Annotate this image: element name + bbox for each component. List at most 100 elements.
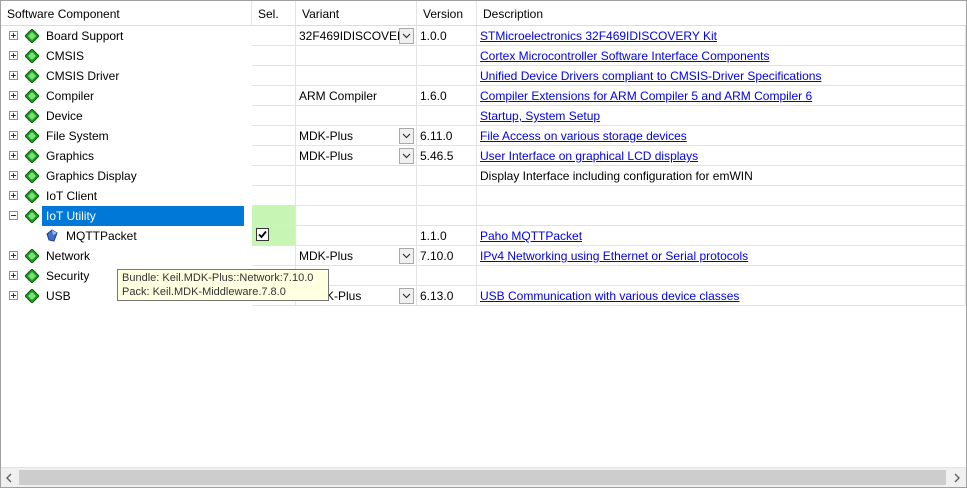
description-cell: IPv4 Networking using Ethernet or Serial…	[477, 246, 966, 266]
component-row-iot-client[interactable]: IoT Client	[1, 186, 966, 206]
description-cell: STMicroelectronics 32F469IDISCOVERY Kit	[477, 26, 966, 46]
column-header: Software Component Sel. Variant Version …	[1, 1, 966, 26]
green-diamond-icon	[25, 189, 39, 203]
component-row-mqttpacket[interactable]: MQTTPacket 1.1.0 Paho MQTTPacket	[1, 226, 966, 246]
expand-icon[interactable]	[9, 291, 18, 300]
scroll-left-button[interactable]	[1, 468, 18, 487]
sel-cell	[252, 106, 296, 126]
variant-dropdown[interactable]	[399, 248, 414, 264]
component-name: USB	[46, 289, 71, 303]
variant-cell[interactable]: 32F469IDISCOVERY	[296, 26, 417, 46]
version-cell: 6.11.0	[417, 126, 477, 146]
description-link[interactable]: USB Communication with various device cl…	[480, 289, 739, 303]
description-link[interactable]: IPv4 Networking using Ethernet or Serial…	[480, 249, 748, 263]
description-link[interactable]: Compiler Extensions for ARM Compiler 5 a…	[480, 89, 812, 103]
scroll-thumb[interactable]	[19, 470, 946, 485]
component-row-graphics[interactable]: Graphics MDK-Plus 5.46.5 User Interface …	[1, 146, 966, 166]
component-row-device[interactable]: Device Startup, System Setup	[1, 106, 966, 126]
component-name: Board Support	[46, 29, 124, 43]
component-row-network[interactable]: Network MDK-Plus 7.10.0 IPv4 Networking …	[1, 246, 966, 266]
description-link[interactable]: Paho MQTTPacket	[480, 229, 582, 243]
expand-icon[interactable]	[9, 111, 18, 120]
select-checkbox[interactable]	[256, 228, 269, 241]
variant-dropdown[interactable]	[399, 288, 414, 304]
horizontal-scrollbar[interactable]	[1, 467, 966, 487]
chevron-right-icon	[954, 473, 960, 483]
tooltip-bundle-line: Bundle: Keil.MDK-Plus::Network:7.10.0	[122, 272, 314, 284]
description-link[interactable]: STMicroelectronics 32F469IDISCOVERY Kit	[480, 29, 717, 43]
green-diamond-icon	[25, 49, 39, 63]
variant-cell[interactable]: MDK-Plus	[296, 246, 417, 266]
description-link[interactable]: File Access on various storage devices	[480, 129, 687, 143]
description-link[interactable]: Cortex Microcontroller Software Interfac…	[480, 49, 769, 63]
green-diamond-icon	[25, 289, 39, 303]
sel-cell[interactable]	[252, 226, 296, 246]
expand-icon[interactable]	[9, 191, 18, 200]
description-cell	[477, 266, 966, 286]
variant-cell	[296, 186, 417, 206]
green-diamond-icon	[25, 69, 39, 83]
expand-icon[interactable]	[9, 71, 18, 80]
green-diamond-icon	[25, 269, 39, 283]
sel-cell	[252, 66, 296, 86]
description-link[interactable]: Unified Device Drivers compliant to CMSI…	[480, 69, 821, 83]
variant-cell	[296, 166, 417, 186]
variant-cell[interactable]: MDK-Plus	[296, 126, 417, 146]
component-name: Device	[46, 109, 83, 123]
header-version[interactable]: Version	[417, 1, 477, 25]
component-name: IoT Utility	[42, 206, 244, 226]
description-link[interactable]: User Interface on graphical LCD displays	[480, 149, 698, 163]
version-cell	[417, 106, 477, 126]
component-name: File System	[46, 129, 109, 143]
expand-icon[interactable]	[9, 91, 18, 100]
component-row-cmsis[interactable]: CMSIS Cortex Microcontroller Software In…	[1, 46, 966, 66]
version-cell: 1.6.0	[417, 86, 477, 106]
component-row-cmsis-driver[interactable]: CMSIS Driver Unified Device Drivers comp…	[1, 66, 966, 86]
chevron-down-icon	[402, 133, 411, 139]
sel-cell	[252, 186, 296, 206]
sel-cell	[252, 46, 296, 66]
scroll-right-button[interactable]	[948, 468, 965, 487]
header-variant[interactable]: Variant	[296, 1, 417, 25]
component-name: Graphics Display	[46, 169, 137, 183]
expand-icon[interactable]	[9, 51, 18, 60]
version-cell	[417, 46, 477, 66]
header-description[interactable]: Description	[477, 1, 966, 25]
component-row-graphics-display[interactable]: Graphics Display Display Interface inclu…	[1, 166, 966, 186]
header-sel[interactable]: Sel.	[252, 1, 296, 25]
expand-icon[interactable]	[9, 251, 18, 260]
component-name: Graphics	[46, 149, 95, 163]
variant-dropdown[interactable]	[399, 128, 414, 144]
sel-cell	[252, 126, 296, 146]
version-cell: 1.0.0	[417, 26, 477, 46]
expand-icon[interactable]	[9, 151, 18, 160]
component-row-compiler[interactable]: Compiler ARM Compiler 1.6.0 Compiler Ext…	[1, 86, 966, 106]
bundle-tooltip: Bundle: Keil.MDK-Plus::Network:7.10.0 Pa…	[117, 269, 329, 301]
expand-icon[interactable]	[9, 131, 18, 140]
sel-cell	[252, 166, 296, 186]
green-diamond-icon	[25, 149, 39, 163]
version-cell: 1.1.0	[417, 226, 477, 246]
component-row-board-support[interactable]: Board Support 32F469IDISCOVERY 1.0.0 STM…	[1, 26, 966, 46]
expand-icon[interactable]	[9, 171, 18, 180]
collapse-icon[interactable]	[9, 211, 18, 220]
expand-icon[interactable]	[9, 271, 18, 280]
expand-icon[interactable]	[9, 31, 18, 40]
sel-cell	[252, 86, 296, 106]
variant-cell	[296, 206, 417, 226]
green-diamond-icon	[25, 89, 39, 103]
version-cell	[417, 166, 477, 186]
component-row-file-system[interactable]: File System MDK-Plus 6.11.0 File Access …	[1, 126, 966, 146]
variant-cell: ARM Compiler	[296, 86, 417, 106]
header-software-component[interactable]: Software Component	[1, 1, 252, 25]
variant-value: MDK-Plus	[299, 249, 354, 263]
variant-cell[interactable]: MDK-Plus	[296, 146, 417, 166]
variant-value: MDK-Plus	[299, 129, 354, 143]
description-link[interactable]: Startup, System Setup	[480, 109, 600, 123]
blue-gem-icon	[46, 229, 58, 242]
variant-dropdown[interactable]	[399, 28, 414, 44]
description-cell	[477, 206, 966, 226]
component-row-iot-utility[interactable]: IoT Utility	[1, 206, 966, 226]
variant-dropdown[interactable]	[399, 148, 414, 164]
chevron-down-icon	[402, 33, 411, 39]
